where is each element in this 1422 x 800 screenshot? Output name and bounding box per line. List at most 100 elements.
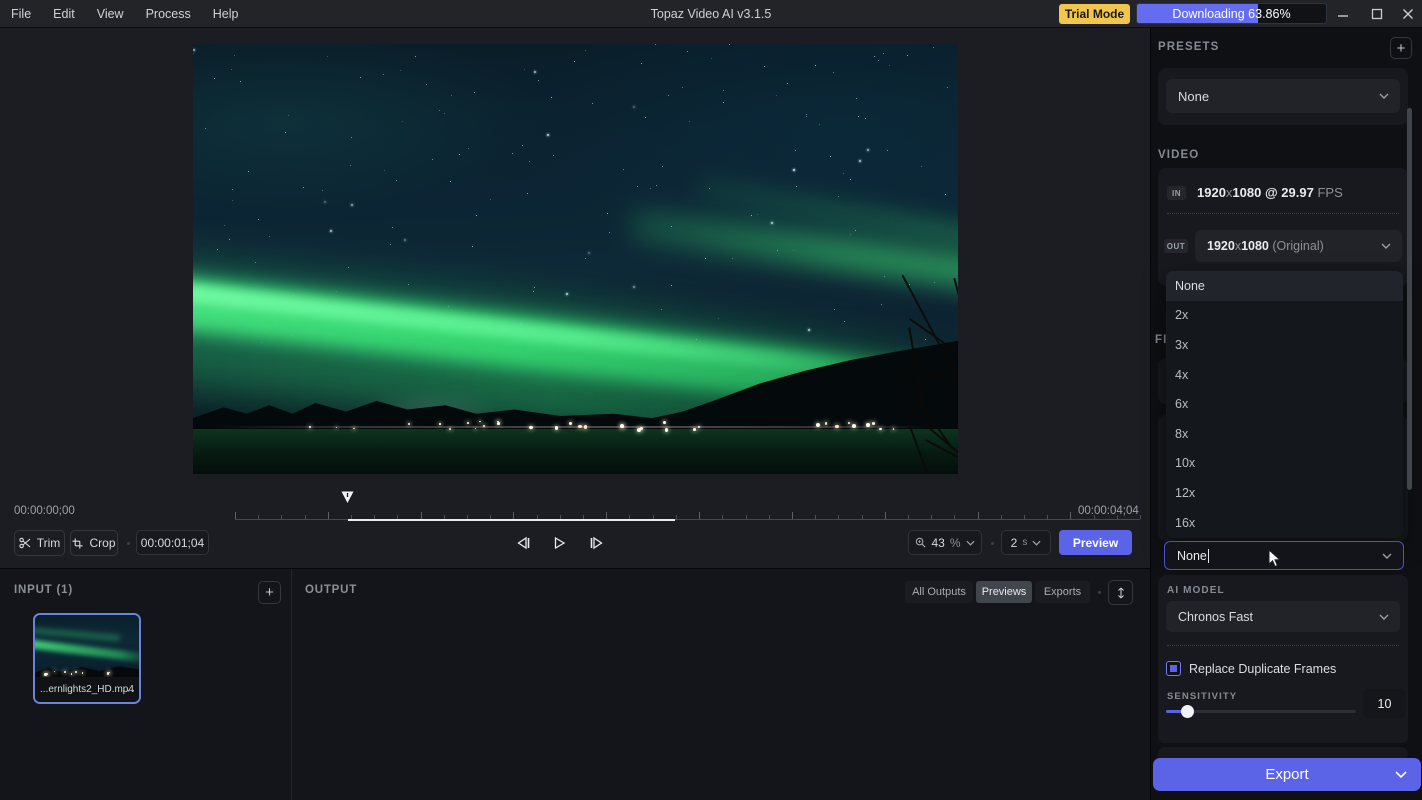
zoom-control[interactable]: 43 % [908, 530, 982, 555]
ruler-tick [1001, 515, 1002, 519]
playhead[interactable] [341, 491, 354, 509]
sort-arrows-icon [1116, 587, 1126, 599]
prev-frame-button[interactable] [509, 529, 537, 557]
crop-button[interactable]: Crop [70, 530, 118, 556]
scale-combobox-value: None [1177, 549, 1207, 563]
chevron-down-icon [1395, 771, 1407, 779]
menu-help[interactable]: Help [213, 7, 239, 21]
star [288, 115, 289, 116]
input-clip-thumbnail[interactable]: ...ernlights2_HD.mp4 ··· [33, 613, 141, 704]
scale-option[interactable]: 12x [1166, 478, 1403, 508]
plus-icon: + [265, 584, 274, 601]
town-light [825, 422, 827, 424]
star [771, 222, 773, 224]
sort-order-button[interactable] [1108, 580, 1133, 605]
ruler-tick [885, 512, 886, 519]
star [907, 55, 908, 56]
town-light [64, 671, 66, 673]
scale-option[interactable]: 2x [1166, 301, 1403, 331]
preview-button[interactable]: Preview [1059, 530, 1132, 555]
export-button[interactable]: Export [1153, 758, 1421, 791]
timeline-start-time: 00:00:00;00 [14, 505, 75, 517]
menu-process[interactable]: Process [146, 7, 191, 21]
output-resolution-select[interactable]: 1920x1080 (Original) [1195, 230, 1402, 262]
plus-icon: + [1397, 40, 1406, 57]
star [351, 137, 352, 138]
star [193, 53, 194, 54]
tab-exports[interactable]: Exports [1035, 581, 1090, 603]
scale-option[interactable]: 6x [1166, 389, 1403, 419]
current-time-field[interactable]: 00:00:01;04 [136, 530, 209, 555]
ruler-tick [978, 512, 979, 519]
ruler-tick [676, 515, 677, 519]
town-light [569, 422, 572, 425]
next-frame-button[interactable] [582, 529, 610, 557]
output-panel-title: OUTPUT [305, 584, 357, 596]
next-frame-icon [589, 536, 604, 550]
star [303, 187, 304, 188]
play-button[interactable] [545, 529, 573, 557]
star [396, 180, 397, 181]
sensitivity-slider[interactable] [1166, 710, 1356, 713]
star [592, 103, 593, 104]
star [729, 44, 730, 45]
star [858, 116, 859, 117]
scale-combobox[interactable]: None [1164, 541, 1404, 570]
menu-edit[interactable]: Edit [53, 7, 75, 21]
star [796, 186, 797, 187]
town-light [665, 428, 668, 431]
clip-menu-button[interactable]: ··· [122, 685, 136, 697]
tab-all-outputs[interactable]: All Outputs [905, 581, 973, 603]
star [522, 145, 523, 146]
star [844, 321, 845, 322]
scale-option[interactable]: 8x [1166, 419, 1403, 449]
trial-mode-badge[interactable]: Trial Mode [1059, 4, 1130, 24]
star [232, 200, 233, 201]
ai-model-select[interactable]: Chronos Fast [1166, 601, 1400, 632]
clip-filename-bar: ...ernlights2_HD.mp4 ··· [35, 677, 139, 702]
export-label: Export [1265, 766, 1308, 783]
star [732, 258, 733, 259]
scale-option[interactable]: 10x [1166, 449, 1403, 479]
maximize-button[interactable] [1368, 6, 1386, 22]
sensitivity-label: SENSITIVITY [1167, 691, 1237, 702]
star [324, 201, 326, 203]
star [585, 258, 586, 259]
star [258, 219, 259, 220]
scale-option[interactable]: None [1166, 271, 1403, 301]
input-panel-title: INPUT (1) [14, 584, 73, 596]
menu-file[interactable]: File [11, 7, 31, 21]
scale-option[interactable]: 16x [1166, 508, 1403, 538]
tab-previews[interactable]: Previews [976, 581, 1032, 603]
star [432, 159, 433, 160]
preset-select[interactable]: None [1166, 79, 1400, 113]
scale-option[interactable]: 3x [1166, 330, 1403, 360]
menu-view[interactable]: View [97, 7, 124, 21]
replace-duplicate-frames-checkbox[interactable] [1166, 661, 1181, 676]
town-light [693, 428, 696, 431]
separator-dot [991, 542, 994, 545]
star [793, 169, 795, 171]
ruler-tick [792, 512, 793, 519]
town-light [663, 421, 666, 424]
minimize-button[interactable] [1334, 6, 1352, 22]
preview-length-select[interactable]: 2 s [1001, 530, 1051, 555]
sensitivity-value-field[interactable]: 10 [1363, 689, 1406, 718]
ruler-tick [838, 515, 839, 519]
scale-option[interactable]: 4x [1166, 360, 1403, 390]
close-button[interactable] [1399, 6, 1417, 22]
ruler-tick [258, 515, 259, 519]
ruler-tick [583, 515, 584, 519]
out-badge: OUT [1164, 239, 1188, 253]
ruler-tick [328, 512, 329, 519]
timeline-ruler[interactable] [235, 503, 1140, 520]
trim-button[interactable]: Trim [14, 530, 65, 556]
add-preset-button[interactable]: + [1390, 37, 1412, 59]
star [468, 148, 469, 149]
star [234, 55, 235, 56]
add-input-button[interactable]: + [258, 581, 281, 604]
star [360, 77, 361, 78]
sidebar-scrollbar[interactable] [1407, 108, 1412, 490]
star [459, 154, 460, 155]
sensitivity-knob[interactable] [1181, 705, 1194, 718]
